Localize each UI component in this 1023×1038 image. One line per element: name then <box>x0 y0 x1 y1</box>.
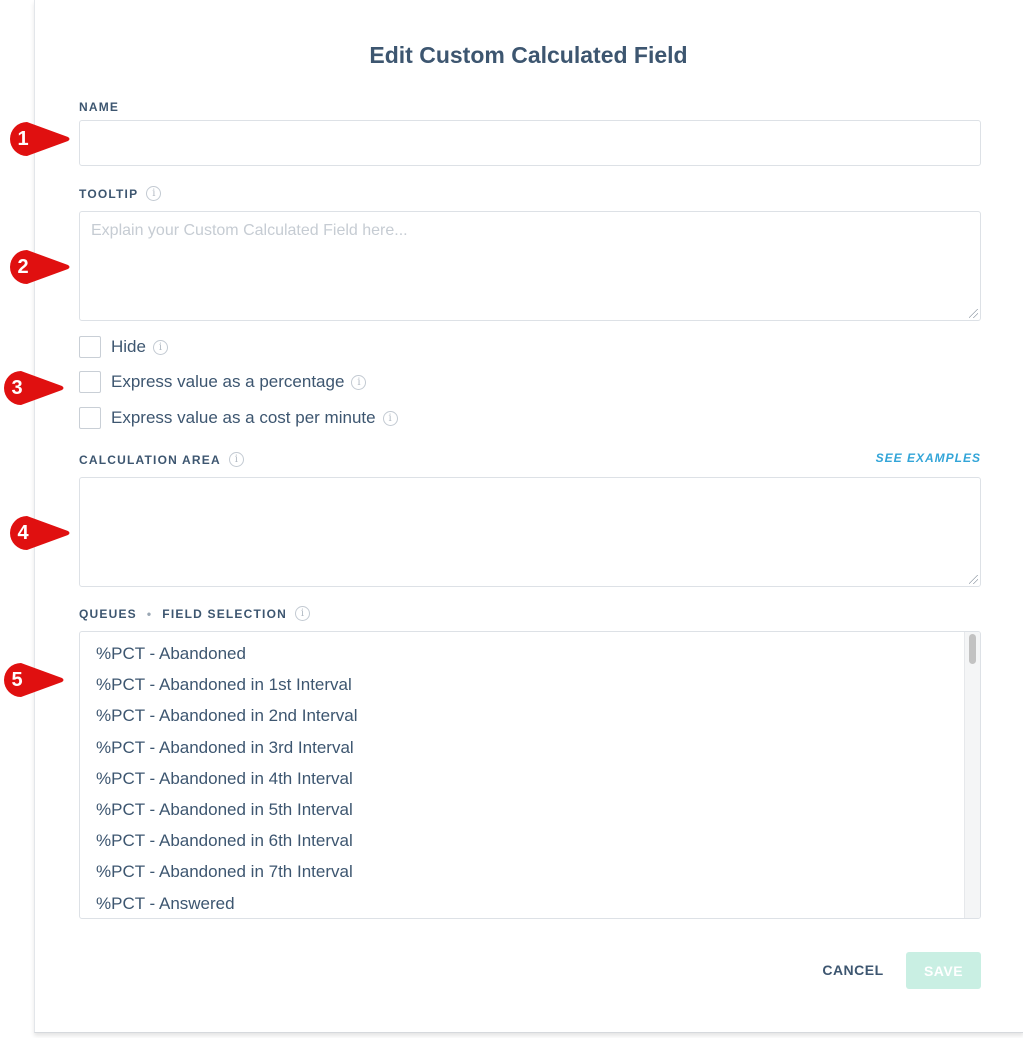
dialog-title: Edit Custom Calculated Field <box>369 42 688 68</box>
cost-per-minute-info-icon[interactable]: i <box>382 410 398 426</box>
annotation-number-1: 1 <box>17 127 29 150</box>
name-label-text: NAME <box>79 100 120 114</box>
list-item[interactable]: %PCT - Abandoned in 5th Interval <box>80 798 964 829</box>
calculation-area-textarea[interactable] <box>79 477 981 587</box>
list-item[interactable]: %PCT - Abandoned <box>80 642 964 673</box>
name-input[interactable] <box>79 120 981 166</box>
annotation-number-3: 3 <box>11 376 23 399</box>
cost-per-minute-checkbox[interactable] <box>79 407 101 429</box>
list-item[interactable]: %PCT - Abandoned in 7th Interval <box>80 860 964 891</box>
listbox-scroll-thumb[interactable] <box>969 634 976 664</box>
listbox-scrollbar[interactable] <box>964 632 980 918</box>
hide-label: Hide <box>111 337 146 356</box>
list-item[interactable]: %PCT - Abandoned in 4th Interval <box>80 767 964 798</box>
option-percentage[interactable]: Express value as a percentage i <box>79 371 367 393</box>
cost-per-minute-label: Express value as a cost per minute <box>111 408 376 427</box>
option-hide[interactable]: Hide i <box>79 336 168 358</box>
list-item[interactable]: %PCT - Abandoned in 6th Interval <box>80 829 964 860</box>
list-item[interactable]: %PCT - Answered <box>80 892 964 919</box>
list-item[interactable]: %PCT - Abandoned in 3rd Interval <box>80 736 964 767</box>
field-selection-listbox[interactable]: %PCT - Abandoned %PCT - Abandoned in 1st … <box>79 631 981 919</box>
tooltip-label-text: TOOLTIP <box>79 186 139 201</box>
option-cost-per-minute[interactable]: Express value as a cost per minute i <box>79 407 398 429</box>
calculation-area-label: CALCULATION AREA i <box>79 452 244 467</box>
calculation-area-label-text: CALCULATION AREA <box>79 452 221 467</box>
annotation-number-4: 4 <box>17 521 29 544</box>
name-label: NAME <box>79 100 119 114</box>
field-selection-label-part1: QUEUES <box>79 606 137 621</box>
list-item[interactable]: %PCT - Abandoned in 2nd Interval <box>80 704 964 735</box>
hide-checkbox[interactable] <box>79 336 101 358</box>
percentage-info-icon[interactable]: i <box>351 374 367 390</box>
annotation-number-5: 5 <box>11 668 23 691</box>
cancel-button[interactable]: CANCEL <box>812 954 894 986</box>
annotation-marker-5: 5 <box>2 661 64 699</box>
tooltip-label: TOOLTIP i <box>79 186 162 201</box>
annotation-marker-1: 1 <box>8 120 70 158</box>
annotation-number-2: 2 <box>17 255 29 278</box>
annotation-marker-3: 3 <box>2 369 64 407</box>
field-selection-label: QUEUES • FIELD SELECTION i <box>79 606 310 621</box>
see-examples-link[interactable]: SEE EXAMPLES <box>876 451 981 465</box>
tooltip-textarea[interactable] <box>79 211 981 321</box>
tooltip-info-icon[interactable]: i <box>146 186 162 201</box>
field-selection-info-icon[interactable]: i <box>294 606 310 621</box>
annotation-marker-4: 4 <box>8 514 70 552</box>
annotation-marker-2: 2 <box>8 248 70 286</box>
field-selection-label-part2: FIELD SELECTION <box>162 606 287 621</box>
hide-info-icon[interactable]: i <box>152 339 168 355</box>
save-button[interactable]: SAVE <box>906 952 981 989</box>
percentage-checkbox[interactable] <box>79 371 101 393</box>
calculation-area-info-icon[interactable]: i <box>228 452 244 467</box>
label-separator: • <box>146 606 153 621</box>
list-item[interactable]: %PCT - Abandoned in 1st Interval <box>80 673 964 704</box>
percentage-label: Express value as a percentage <box>111 372 345 391</box>
field-selection-items: %PCT - Abandoned %PCT - Abandoned in 1st … <box>80 642 964 919</box>
